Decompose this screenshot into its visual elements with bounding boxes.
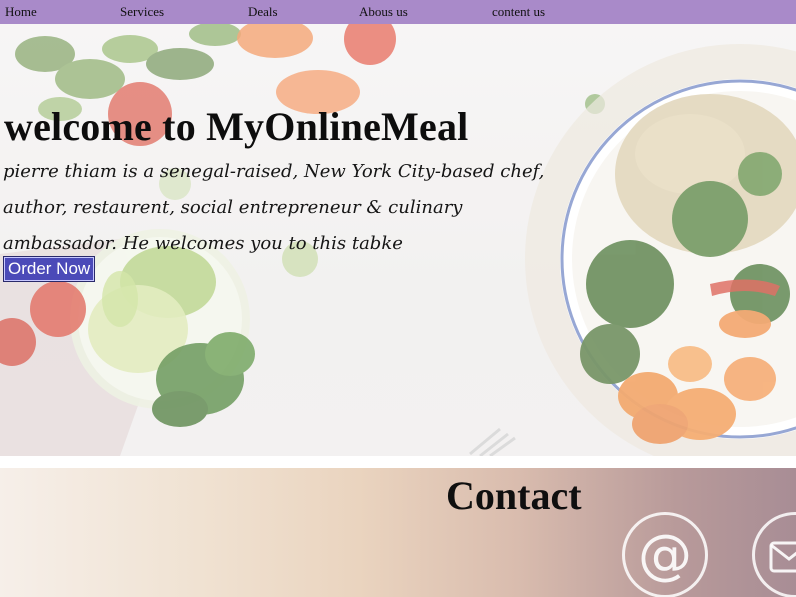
top-nav: Home Services Deals Abous us content us [0,0,796,24]
nav-about-link[interactable]: Abous us [359,4,408,20]
contact-section: Contact @ [0,468,796,597]
nav-deals-link[interactable]: Deals [248,4,278,20]
hero-section: welcome to MyOnlineMeal pierre thiam is … [0,24,796,456]
order-now-button[interactable]: Order Now [2,256,96,282]
contact-title: Contact [446,473,582,518]
email-at-icon[interactable]: @ [622,512,708,597]
mail-envelope-icon[interactable] [752,512,796,597]
nav-services-link[interactable]: Services [120,4,164,20]
at-symbol: @ [638,523,692,586]
hero-title: welcome to MyOnlineMeal [4,104,469,149]
nav-contact-link[interactable]: content us [492,4,545,20]
hero-description: pierre thiam is a senegal-raised, New Yo… [3,161,545,254]
nav-home-link[interactable]: Home [5,4,37,20]
